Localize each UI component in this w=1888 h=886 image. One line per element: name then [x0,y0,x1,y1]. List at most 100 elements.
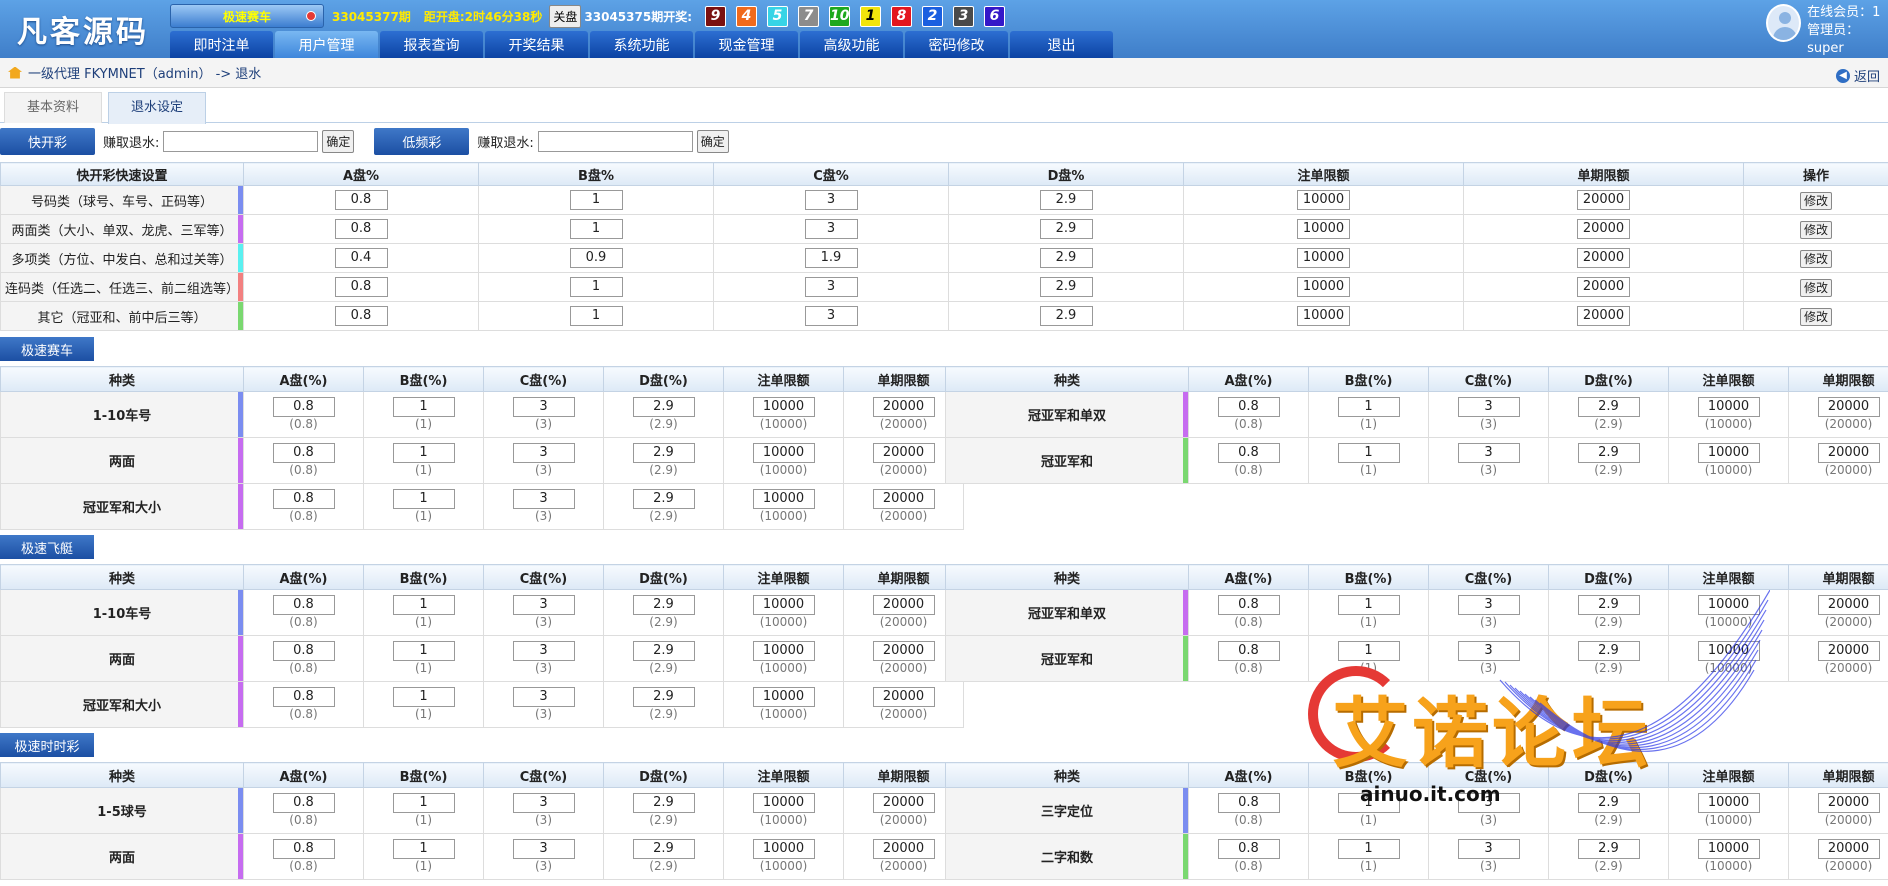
rebate-input[interactable]: 0.8 [334,306,388,326]
nav-tab[interactable]: 系统功能 [590,31,693,58]
rebate-input[interactable]: 20000 [872,595,935,615]
rebate-input[interactable]: 0.8 [1217,443,1280,463]
fast-confirm-button[interactable]: 确定 [322,129,355,153]
rebate-input[interactable]: 1 [569,277,623,297]
rebate-input[interactable]: 1 [392,489,455,509]
rebate-input[interactable]: 2.9 [632,489,695,509]
close-market-button[interactable]: 关盘 [549,4,582,28]
rebate-input[interactable]: 0.8 [272,687,335,707]
rebate-input[interactable]: 20000 [1817,641,1880,661]
nav-tab[interactable]: 高级功能 [800,31,903,58]
rebate-input[interactable]: 1 [569,306,623,326]
rebate-input[interactable]: 20000 [1817,397,1880,417]
slow-confirm-button[interactable]: 确定 [696,129,729,153]
rebate-input[interactable]: 2.9 [1577,595,1640,615]
rebate-input[interactable]: 10000 [752,443,815,463]
rebate-input[interactable]: 3 [512,641,575,661]
rebate-input[interactable]: 1 [392,687,455,707]
rebate-input[interactable]: 20000 [872,489,935,509]
rebate-input[interactable]: 3 [1457,641,1520,661]
rebate-input[interactable]: 1 [392,397,455,417]
rebate-input[interactable]: 3 [1457,397,1520,417]
rebate-input[interactable]: 3 [804,219,858,239]
rebate-input[interactable]: 3 [512,793,575,813]
rebate-input[interactable]: 20000 [872,793,935,813]
rebate-input[interactable]: 10000 [752,687,815,707]
rebate-input[interactable]: 20000 [872,641,935,661]
nav-tab[interactable]: 报表查询 [380,31,483,58]
rebate-input[interactable]: 1 [1337,641,1400,661]
rebate-input[interactable]: 20000 [1817,839,1880,859]
rebate-input[interactable]: 2.9 [632,687,695,707]
rebate-input[interactable]: 0.9 [569,248,623,268]
rebate-input[interactable]: 10000 [752,397,815,417]
nav-tab[interactable]: 即时注单 [170,31,273,58]
edit-button[interactable]: 修改 [1799,249,1832,268]
rebate-input[interactable]: 20000 [872,397,935,417]
rebate-input[interactable]: 3 [512,687,575,707]
rebate-input[interactable]: 2.9 [1577,793,1640,813]
rebate-input[interactable]: 0.8 [334,277,388,297]
rebate-input[interactable]: 2.9 [632,793,695,813]
rebate-input[interactable]: 2.9 [1577,443,1640,463]
rebate-input[interactable]: 20000 [1817,793,1880,813]
rebate-input[interactable]: 20000 [1577,219,1630,239]
rebate-input[interactable]: 3 [512,839,575,859]
rebate-input[interactable]: 0.8 [272,839,335,859]
tab-rebate-settings[interactable]: 退水设定 [108,92,207,124]
rebate-input[interactable]: 1 [392,793,455,813]
edit-button[interactable]: 修改 [1799,307,1832,326]
rebate-input[interactable]: 3 [512,443,575,463]
section-title[interactable]: 极速飞艇 [0,535,94,559]
rebate-input[interactable]: 2.9 [1577,641,1640,661]
rebate-input[interactable]: 10000 [1697,641,1760,661]
rebate-input[interactable]: 1 [1337,839,1400,859]
rebate-input[interactable]: 2.9 [1577,397,1640,417]
tab-basic-info[interactable]: 基本资料 [4,92,103,123]
home-icon[interactable] [8,66,22,79]
section-title[interactable]: 极速时时彩 [0,733,94,757]
rebate-input[interactable]: 0.8 [334,190,388,210]
rebate-input[interactable]: 2.9 [1039,219,1093,239]
edit-button[interactable]: 修改 [1799,220,1832,239]
rebate-input[interactable]: 0.8 [1217,793,1280,813]
rebate-input[interactable]: 2.9 [1039,277,1093,297]
game-select-button[interactable]: 极速赛车 [170,4,324,28]
rebate-input[interactable]: 3 [804,277,858,297]
rebate-input[interactable]: 0.8 [1217,397,1280,417]
rebate-input[interactable]: 0.8 [1217,595,1280,615]
rebate-input[interactable]: 0.8 [334,219,388,239]
rebate-input[interactable]: 2.9 [632,443,695,463]
rebate-input[interactable]: 3 [512,397,575,417]
rebate-input[interactable]: 2.9 [1039,190,1093,210]
rebate-input[interactable]: 20000 [1577,248,1630,268]
back-button[interactable]: ◀ 返回 [1835,66,1880,85]
rebate-input[interactable]: 10000 [752,641,815,661]
rebate-input[interactable]: 2.9 [632,839,695,859]
rebate-input[interactable]: 3 [1457,595,1520,615]
rebate-input[interactable]: 0.4 [334,248,388,268]
rebate-input[interactable]: 3 [1457,839,1520,859]
fast-earn-rebate-input[interactable] [163,130,319,152]
rebate-input[interactable]: 10000 [752,595,815,615]
rebate-input[interactable]: 0.8 [272,793,335,813]
rebate-input[interactable]: 10000 [1697,595,1760,615]
nav-tab[interactable]: 密码修改 [905,31,1008,58]
rebate-input[interactable]: 10000 [752,489,815,509]
rebate-input[interactable]: 1 [392,839,455,859]
rebate-input[interactable]: 20000 [1577,306,1630,326]
rebate-input[interactable]: 3 [1457,793,1520,813]
rebate-input[interactable]: 1 [392,595,455,615]
rebate-input[interactable]: 2.9 [1039,306,1093,326]
section-title[interactable]: 极速赛车 [0,337,94,361]
rebate-input[interactable]: 0.8 [272,595,335,615]
rebate-input[interactable]: 3 [804,190,858,210]
rebate-input[interactable]: 1 [1337,793,1400,813]
rebate-input[interactable]: 0.8 [272,489,335,509]
rebate-input[interactable]: 10000 [1697,443,1760,463]
rebate-input[interactable]: 1 [392,641,455,661]
nav-tab[interactable]: 现金管理 [695,31,798,58]
rebate-input[interactable]: 10000 [1297,219,1350,239]
rebate-input[interactable]: 1 [392,443,455,463]
rebate-input[interactable]: 20000 [1577,277,1630,297]
